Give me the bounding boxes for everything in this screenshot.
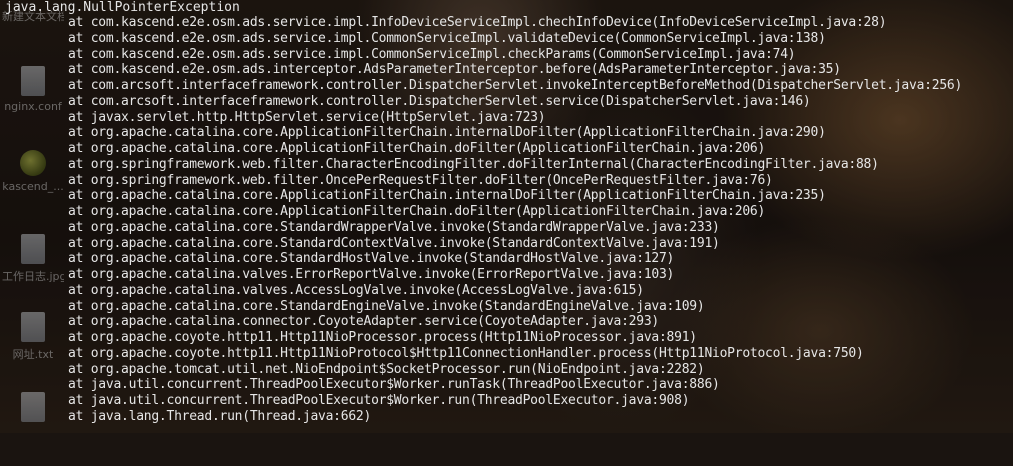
stack-frame: at org.springframework.web.filter.Charac… bbox=[68, 156, 879, 172]
console-output[interactable]: java.lang.NullPointerException at com.ka… bbox=[0, 0, 1013, 433]
exception-name: java.lang.NullPointerException bbox=[5, 0, 240, 15]
stack-frame: at com.kascend.e2e.osm.ads.service.impl.… bbox=[68, 15, 887, 30]
stack-frame: at com.kascend.e2e.osm.ads.service.impl.… bbox=[68, 30, 826, 46]
stack-frame: at org.apache.catalina.core.StandardCont… bbox=[68, 235, 720, 251]
stack-frame: at org.apache.coyote.http11.Http11NioPro… bbox=[68, 345, 864, 361]
stack-frame: at org.apache.tomcat.util.net.NioEndpoin… bbox=[68, 361, 705, 377]
stack-frame: at org.apache.catalina.core.StandardWrap… bbox=[68, 219, 720, 235]
stack-frame: at org.apache.catalina.core.StandardEngi… bbox=[68, 298, 705, 314]
stack-frame: at org.apache.catalina.core.StandardHost… bbox=[68, 251, 675, 267]
stack-frame: at com.kascend.e2e.osm.ads.service.impl.… bbox=[68, 46, 796, 62]
stack-frame: at com.arcsoft.interfaceframework.contro… bbox=[68, 78, 963, 93]
stack-frame: at org.apache.catalina.core.ApplicationF… bbox=[68, 125, 826, 141]
stack-frame: at com.arcsoft.interfaceframework.contro… bbox=[68, 93, 811, 109]
stack-frame: at java.lang.Thread.run(Thread.java:662) bbox=[68, 408, 372, 424]
stack-frame: at org.apache.coyote.http11.Http11NioPro… bbox=[68, 330, 697, 345]
stack-frame: at com.kascend.e2e.osm.ads.interceptor.A… bbox=[68, 62, 841, 78]
stack-frame: at java.util.concurrent.ThreadPoolExecut… bbox=[68, 377, 720, 393]
stack-frame: at javax.servlet.http.HttpServlet.servic… bbox=[68, 109, 546, 125]
stack-frame: at org.apache.catalina.valves.ErrorRepor… bbox=[68, 267, 675, 282]
stack-frame: at org.apache.catalina.valves.AccessLogV… bbox=[68, 282, 644, 298]
stack-frame: at org.springframework.web.filter.OncePe… bbox=[68, 172, 773, 188]
stack-frame: at org.apache.catalina.core.ApplicationF… bbox=[68, 141, 766, 156]
stack-frame: at java.util.concurrent.ThreadPoolExecut… bbox=[68, 393, 690, 408]
stack-frame: at org.apache.catalina.core.ApplicationF… bbox=[68, 188, 826, 204]
stack-frame: at org.apache.catalina.connector.CoyoteA… bbox=[68, 314, 659, 330]
stack-trace: at com.kascend.e2e.osm.ads.service.impl.… bbox=[68, 15, 962, 425]
stack-frame: at org.apache.catalina.core.ApplicationF… bbox=[68, 204, 766, 219]
